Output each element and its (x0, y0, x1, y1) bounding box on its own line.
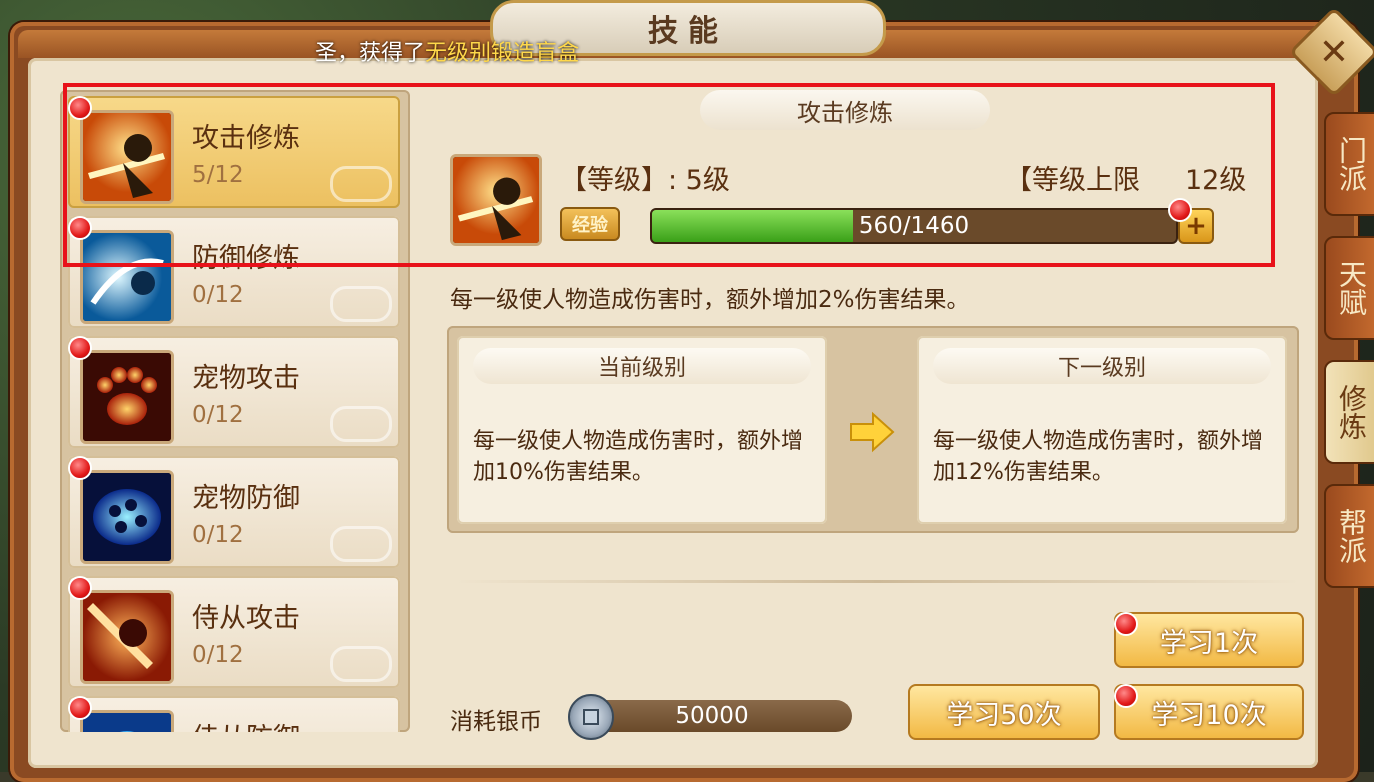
skill-name: 宠物防御 (192, 483, 300, 514)
tab-menpai-label: 门派 (1335, 136, 1368, 192)
tab-tianfu-label: 天赋 (1335, 260, 1368, 316)
learn-10-button[interactable]: 学习10次 (1114, 684, 1304, 740)
tab-bangpai[interactable]: 帮派 (1324, 484, 1374, 588)
cost-value: 50000 (675, 703, 749, 729)
tab-xiulian[interactable]: 修炼 (1324, 360, 1374, 464)
skill-level: 0/12 (192, 642, 244, 668)
skill-level: 0/12 (192, 402, 244, 428)
notification-dot (1114, 612, 1138, 636)
cloud-ornament (330, 406, 392, 442)
announcement-prefix: 圣，获得了 (315, 41, 426, 66)
learn-10-label: 学习10次 (1151, 699, 1267, 731)
learn-50-label: 学习50次 (946, 699, 1062, 731)
blue-orb-icon (80, 710, 174, 732)
skill-name: 侍从防御 (192, 716, 300, 732)
announcement-banner: 圣，获得了无级别锻造盲盒 (315, 35, 579, 67)
cloud-ornament (330, 286, 392, 322)
skill-item-follower-attack[interactable]: 侍从攻击 0/12 (68, 576, 400, 688)
next-level-text: 每一级使人物造成伤害时，额外增加12%伤害结果。 (933, 429, 1264, 485)
arrow-right-icon (850, 411, 895, 453)
window-title: 技能 (648, 14, 728, 49)
next-level-header: 下一级别 (933, 348, 1271, 384)
close-icon: ✕ (1318, 31, 1350, 73)
warrior-strike-icon (80, 590, 174, 684)
tab-bangpai-label: 帮派 (1335, 508, 1368, 564)
cost-value-bar: 50000 (572, 700, 852, 732)
blue-shell-icon (80, 470, 174, 564)
skill-item-pet-attack[interactable]: 宠物攻击 0/12 (68, 336, 400, 448)
paw-icon (80, 350, 174, 444)
next-level-card: 下一级别 每一级使人物造成伤害时，额外增加12%伤害结果。 (917, 336, 1287, 524)
highlight-box (63, 83, 1275, 267)
cloud-ornament (330, 646, 392, 682)
learn-1-button[interactable]: 学习1次 (1114, 612, 1304, 668)
skill-name: 侍从攻击 (192, 603, 300, 634)
announcement-highlight: 无级别锻造盲盒 (425, 41, 580, 66)
learn-50-button[interactable]: 学习50次 (908, 684, 1100, 740)
divider (455, 580, 1300, 583)
silver-coin-icon (568, 694, 614, 740)
level-compare-panel: 当前级别 每一级使人物造成伤害时，额外增加10%伤害结果。 下一级别 每一级使人… (447, 326, 1299, 533)
skill-description: 每一级使人物造成伤害时，额外增加2%伤害结果。 (450, 287, 970, 313)
cost-label: 消耗银币 (450, 709, 542, 735)
notification-dot (1114, 684, 1138, 708)
notification-dot (68, 336, 92, 360)
skill-item-follower-defense[interactable]: 侍从防御 (68, 696, 400, 732)
tab-menpai[interactable]: 门派 (1324, 112, 1374, 216)
current-level-header: 当前级别 (473, 348, 811, 384)
tab-tianfu[interactable]: 天赋 (1324, 236, 1374, 340)
learn-1-label: 学习1次 (1159, 627, 1259, 659)
current-level-card: 当前级别 每一级使人物造成伤害时，额外增加10%伤害结果。 (457, 336, 827, 524)
tab-xiulian-label: 修炼 (1335, 384, 1368, 440)
skill-level: 0/12 (192, 282, 244, 308)
notification-dot (68, 576, 92, 600)
skill-name: 宠物攻击 (192, 363, 300, 394)
skill-item-pet-defense[interactable]: 宠物防御 0/12 (68, 456, 400, 568)
cloud-ornament (330, 526, 392, 562)
notification-dot (68, 456, 92, 480)
current-level-text: 每一级使人物造成伤害时，额外增加10%伤害结果。 (473, 429, 804, 485)
notification-dot (68, 696, 92, 720)
skill-level: 0/12 (192, 522, 244, 548)
